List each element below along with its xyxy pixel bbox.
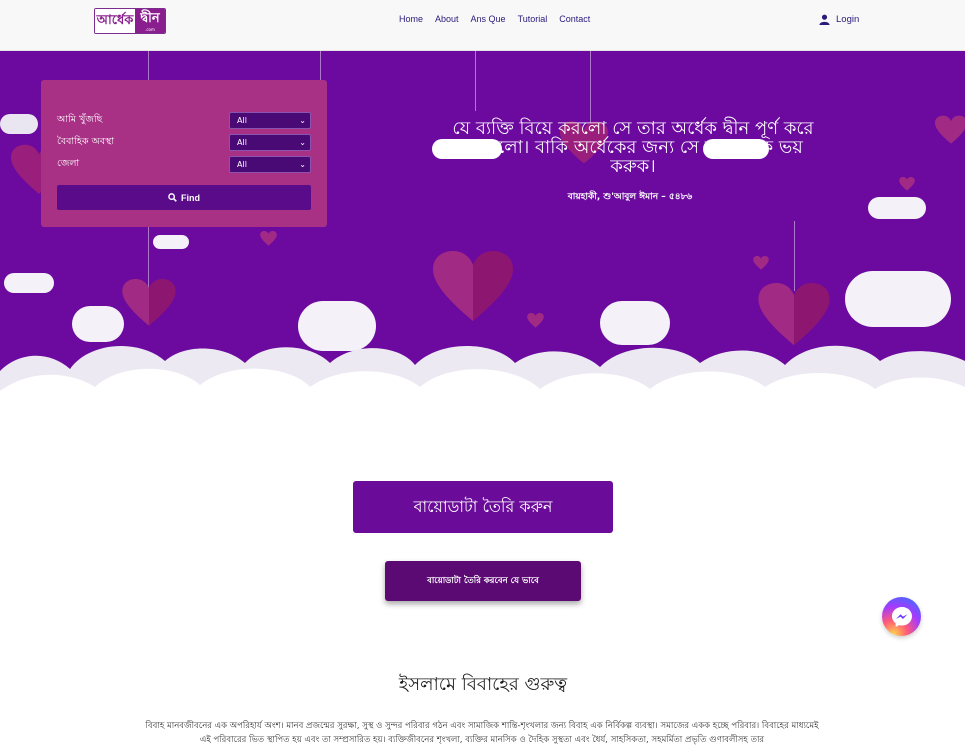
search-row-marital-status: বৈবাহিক অবস্থা All ⌄	[57, 134, 311, 152]
nav-links: Home About Ans Que Tutorial Contact	[399, 14, 602, 24]
looking-for-select[interactable]: All ⌄	[229, 112, 311, 129]
chevron-down-icon: ⌄	[299, 138, 306, 147]
heart-decoration	[433, 251, 513, 321]
cloud-border	[0, 345, 965, 411]
marital-status-label: বৈবাহিক অবস্থা	[57, 136, 115, 147]
district-select[interactable]: All ⌄	[229, 156, 311, 173]
logo-sub: .com	[145, 27, 155, 32]
heart-decoration	[899, 177, 915, 191]
hero-quote-source: বায়হাকী, শু'আবুল ঈমান – ৫৪৮৬	[567, 192, 693, 202]
user-icon	[819, 14, 830, 25]
login-label: Login	[836, 14, 860, 25]
how-to-create-biodata-button[interactable]: বায়োডাটা তৈরি করবেন যে ভাবে	[385, 561, 581, 601]
search-icon	[168, 193, 177, 202]
nav-tutorial[interactable]: Tutorial	[518, 14, 548, 24]
nav-contact[interactable]: Contact	[559, 14, 590, 24]
hero-quote: যে ব্যক্তি বিয়ে করলো সে তার অর্ধেক দ্বী…	[452, 118, 814, 177]
section-paragraph: বিবাহ মানবজীবনের এক অপরিহার্য অংশ। মানব …	[145, 721, 819, 745]
heart-decoration	[122, 279, 176, 326]
district-label: জেলা	[57, 158, 80, 169]
search-row-district: জেলা All ⌄	[57, 156, 311, 174]
site-logo[interactable]: আর্ধেক দ্বীন .com	[94, 8, 166, 34]
chevron-down-icon: ⌄	[299, 160, 306, 169]
login-link[interactable]: Login	[819, 14, 859, 25]
hero-banner: আমি খুঁজছি All ⌄ বৈবাহিক অবস্থা All ⌄ জে…	[0, 51, 965, 411]
nav-ans-que[interactable]: Ans Que	[471, 14, 506, 24]
navbar: আর্ধেক দ্বীন .com Home About Ans Que Tut…	[0, 0, 965, 51]
create-biodata-button[interactable]: বায়োডাটা তৈরি করুন	[353, 481, 613, 533]
heart-decoration	[527, 313, 544, 328]
heart-decoration	[260, 231, 277, 246]
looking-for-label: আমি খুঁজছি	[57, 114, 103, 125]
search-row-looking-for: আমি খুঁজছি All ⌄	[57, 112, 311, 130]
heart-decoration	[753, 256, 769, 270]
heart-decoration	[935, 115, 965, 144]
nav-about[interactable]: About	[435, 14, 459, 24]
marital-status-select[interactable]: All ⌄	[229, 134, 311, 151]
section-title: ইসলামে বিবাহের গুরুত্ব	[398, 674, 568, 695]
logo-text-left: আর্ধেক	[95, 9, 135, 33]
nav-home[interactable]: Home	[399, 14, 423, 24]
messenger-icon	[891, 606, 912, 627]
chevron-down-icon: ⌄	[299, 116, 306, 125]
messenger-chat-button[interactable]	[882, 597, 921, 636]
find-button[interactable]: Find	[57, 185, 311, 210]
logo-text-right: দ্বীন .com	[135, 9, 165, 33]
search-panel: আমি খুঁজছি All ⌄ বৈবাহিক অবস্থা All ⌄ জে…	[41, 80, 327, 227]
